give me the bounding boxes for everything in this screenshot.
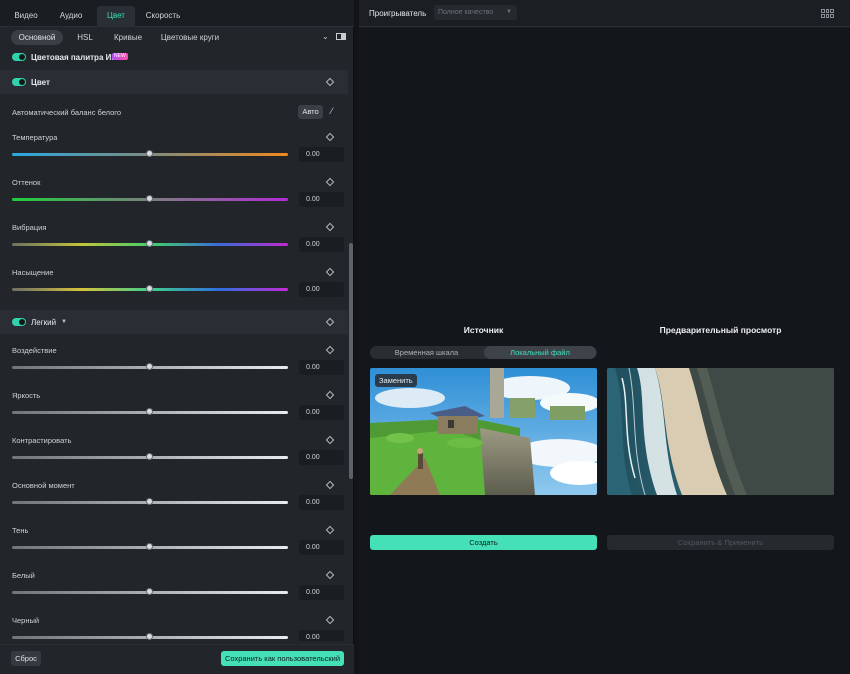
sub-tabs: Основной HSL Кривые Цветовые круги ⌄ xyxy=(0,27,354,49)
slider-label: Основной момент xyxy=(12,481,75,490)
save-apply-button[interactable]: Сохранить & Применить xyxy=(607,535,834,550)
quality-select[interactable]: Полное качество ▼ xyxy=(434,5,517,20)
chevron-down-icon[interactable]: ⌄ xyxy=(322,32,329,41)
create-button[interactable]: Создать xyxy=(370,535,597,550)
slider-label: Насыщение xyxy=(12,268,54,277)
slider-value-input[interactable]: 0.00 xyxy=(299,147,344,162)
ai-palette-label: Цветовая палитра ИИ xyxy=(31,53,118,62)
panel-scrollbar[interactable] xyxy=(349,243,353,479)
eyedropper-icon[interactable]: ⁄ xyxy=(331,106,333,116)
slider-value-input[interactable]: 0.00 xyxy=(299,405,344,420)
save-custom-button[interactable]: Сохранить как пользовательский xyxy=(221,651,344,666)
keyframe-diamond-icon[interactable] xyxy=(325,317,335,327)
ai-palette-toggle[interactable] xyxy=(12,53,26,61)
source-switch: Временная шкала Локальный файл xyxy=(370,346,597,359)
slider-label: Вибрация xyxy=(12,223,47,232)
keyframe-diamond-icon[interactable] xyxy=(325,132,335,142)
slider-label: Температура xyxy=(12,133,58,142)
keyframe-diamond-icon[interactable] xyxy=(325,435,335,445)
slider-thumb[interactable] xyxy=(146,633,153,640)
slider-value-input[interactable]: 0.00 xyxy=(299,585,344,600)
light-section-header[interactable]: Легкий ▼ xyxy=(0,310,348,334)
slider-value-input[interactable]: 0.00 xyxy=(299,360,344,375)
slider-thumb[interactable] xyxy=(146,285,153,292)
color-section-toggle[interactable] xyxy=(12,78,26,86)
tab-video[interactable]: Видео xyxy=(6,6,46,27)
color-section-header[interactable]: Цвет xyxy=(0,70,348,94)
auto-white-balance-button[interactable]: Авто xyxy=(298,105,323,119)
slider-thumb[interactable] xyxy=(146,408,153,415)
reset-button[interactable]: Сброс xyxy=(11,651,41,666)
source-image[interactable]: Заменить xyxy=(370,368,597,495)
slider-label: Тень xyxy=(12,526,29,535)
subtab-curves[interactable]: Кривые xyxy=(109,30,147,45)
slider-value-input[interactable]: 0.00 xyxy=(299,282,344,297)
light-section-toggle[interactable] xyxy=(12,318,26,326)
player-title: Проигрыватель xyxy=(369,9,427,18)
slider-label: Воздействие xyxy=(12,346,57,355)
preview-beach-illustration xyxy=(607,368,834,495)
player-panel: Проигрыватель Полное качество ▼ Источник… xyxy=(359,0,850,674)
source-title: Источник xyxy=(463,325,504,335)
subtab-basic[interactable]: Основной xyxy=(11,30,63,45)
slider-value-input[interactable]: 0.00 xyxy=(299,237,344,252)
compare-view-icon[interactable] xyxy=(336,33,346,40)
player-canvas: Источник Предварительный просмотр Времен… xyxy=(359,28,850,674)
slider-thumb[interactable] xyxy=(146,150,153,157)
keyframe-diamond-icon[interactable] xyxy=(325,177,335,187)
new-badge: NEW xyxy=(112,53,128,60)
slider-thumb[interactable] xyxy=(146,195,153,202)
light-section-title: Легкий xyxy=(31,318,57,327)
layout-grid-icon[interactable] xyxy=(821,9,834,18)
slider-thumb[interactable] xyxy=(146,363,153,370)
slider-label: Контрастировать xyxy=(12,436,72,445)
keyframe-diamond-icon[interactable] xyxy=(325,267,335,277)
color-panel: Видео Аудио Цвет Скорость Основной HSL К… xyxy=(0,0,354,674)
quality-select-value: Полное качество xyxy=(438,9,494,16)
keyframe-diamond-icon[interactable] xyxy=(325,525,335,535)
source-landscape-illustration xyxy=(370,368,597,495)
caret-down-icon[interactable]: ▼ xyxy=(61,319,67,325)
slider-value-input[interactable]: 0.00 xyxy=(299,540,344,555)
slider-value-input[interactable]: 0.00 xyxy=(299,450,344,465)
slider-value-input[interactable]: 0.00 xyxy=(299,630,344,641)
panel-footer: Сброс Сохранить как пользовательский xyxy=(0,644,354,674)
tab-audio[interactable]: Аудио xyxy=(50,6,92,27)
slider-label: Оттенок xyxy=(12,178,41,187)
main-tabs: Видео Аудио Цвет Скорость xyxy=(0,0,354,27)
slider-value-input[interactable]: 0.00 xyxy=(299,495,344,510)
keyframe-diamond-icon[interactable] xyxy=(325,390,335,400)
slider-label: Яркость xyxy=(12,391,41,400)
tab-speed[interactable]: Скорость xyxy=(140,6,186,27)
settings-scroll-area[interactable]: Цветовая палитра ИИ NEW Цвет Автоматичес… xyxy=(0,49,348,641)
keyframe-diamond-icon[interactable] xyxy=(325,77,335,87)
subtab-color-wheels[interactable]: Цветовые круги xyxy=(156,30,224,45)
slider-thumb[interactable] xyxy=(146,588,153,595)
slider-thumb[interactable] xyxy=(146,543,153,550)
keyframe-diamond-icon[interactable] xyxy=(325,570,335,580)
slider-label: Белый xyxy=(12,571,35,580)
preview-title: Предварительный просмотр xyxy=(659,325,782,335)
white-balance-label: Автоматический баланс белого xyxy=(12,108,122,117)
slider-thumb[interactable] xyxy=(146,453,153,460)
replace-chip[interactable]: Заменить xyxy=(375,374,417,387)
keyframe-diamond-icon[interactable] xyxy=(325,480,335,490)
slider-value-input[interactable]: 0.00 xyxy=(299,192,344,207)
slider-thumb[interactable] xyxy=(146,240,153,247)
preview-image xyxy=(607,368,834,495)
slider-thumb[interactable] xyxy=(146,498,153,505)
subtab-hsl[interactable]: HSL xyxy=(70,30,100,45)
source-timeline-option[interactable]: Временная шкала xyxy=(370,346,483,359)
keyframe-diamond-icon[interactable] xyxy=(325,615,335,625)
player-header: Проигрыватель Полное качество ▼ xyxy=(359,0,850,27)
tab-color[interactable]: Цвет xyxy=(97,6,135,27)
source-local-file-option[interactable]: Локальный файл xyxy=(484,346,596,359)
keyframe-diamond-icon[interactable] xyxy=(325,345,335,355)
keyframe-diamond-icon[interactable] xyxy=(325,222,335,232)
slider-label: Черный xyxy=(12,616,40,625)
chevron-down-icon: ▼ xyxy=(506,9,512,15)
color-section-title: Цвет xyxy=(31,78,50,87)
